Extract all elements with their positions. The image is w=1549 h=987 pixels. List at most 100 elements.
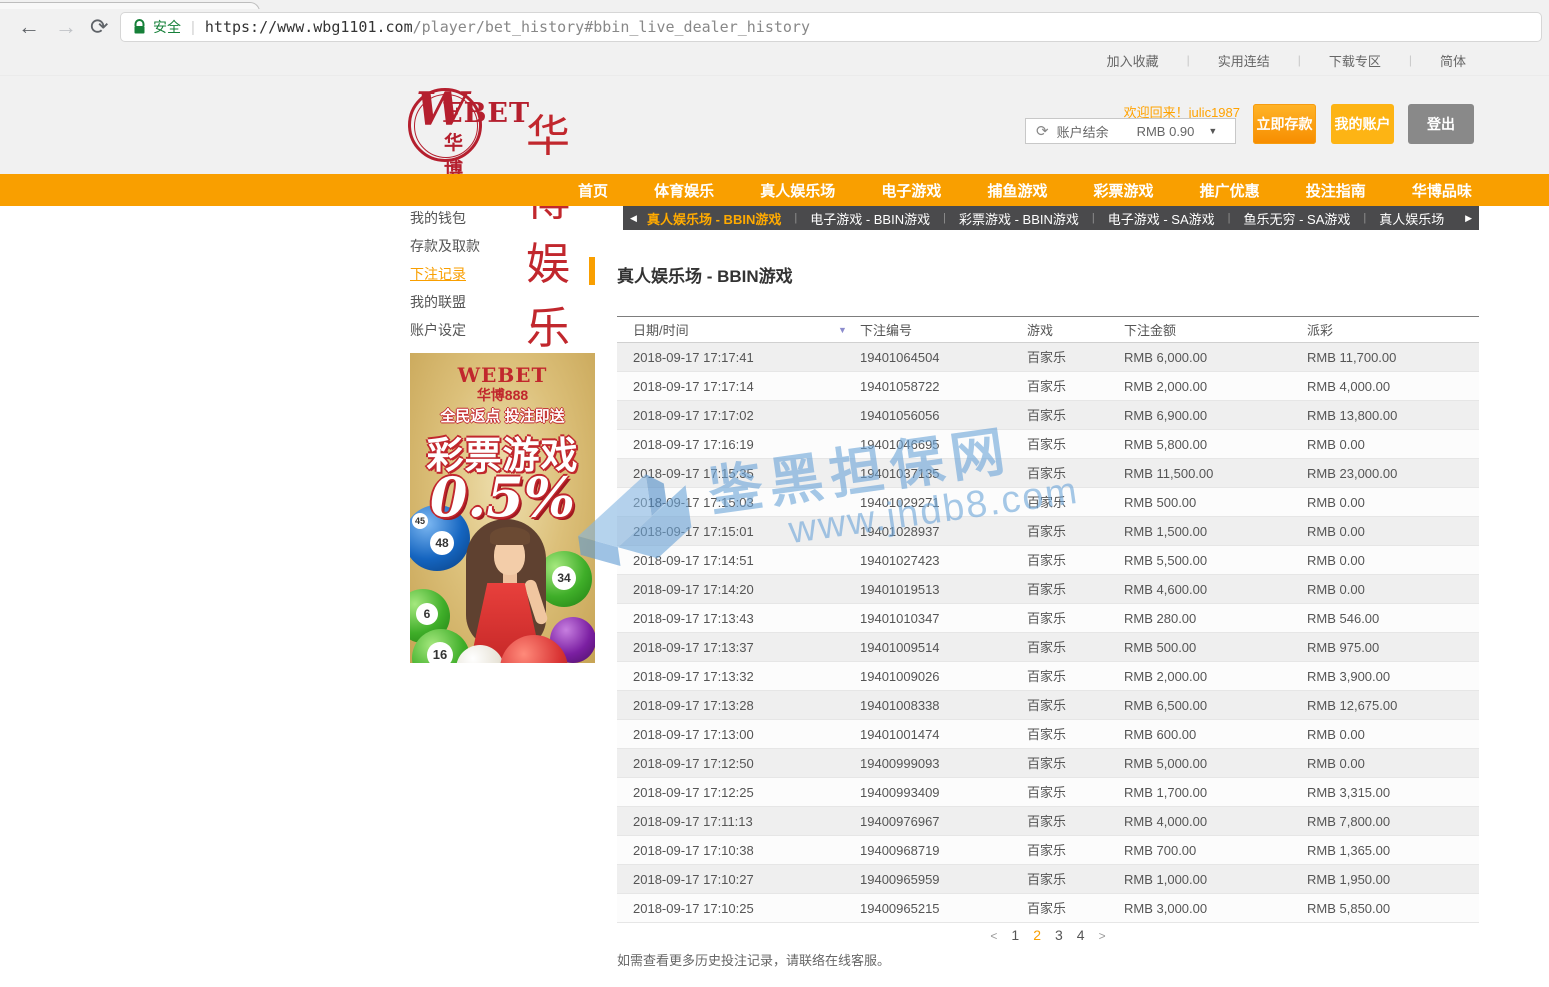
next-page[interactable]: >	[1099, 929, 1106, 943]
nav-item[interactable]: 捕鱼游戏	[987, 180, 1047, 201]
table-row: 2018-09-17 17:13:2819401008338百家乐RMB 6,5…	[617, 691, 1479, 720]
table-row: 2018-09-17 17:15:0319401029271百家乐RMB 500…	[617, 488, 1479, 517]
table-row: 2018-09-17 17:11:1319400976967百家乐RMB 4,0…	[617, 807, 1479, 836]
table-cell: 2018-09-17 17:13:28	[633, 691, 754, 720]
table-row: 2018-09-17 17:17:0219401056056百家乐RMB 6,9…	[617, 401, 1479, 430]
footer-note: 如需查看更多历史投注记录，请联络在线客服。	[617, 950, 890, 969]
table-cell: RMB 0.00	[1307, 720, 1365, 749]
column-header[interactable]: 下注编号	[860, 317, 912, 344]
divider: |	[1298, 53, 1301, 67]
column-header[interactable]: 日期/时间	[633, 317, 689, 344]
table-cell: 2018-09-17 17:15:03	[633, 488, 754, 517]
table-cell: 2018-09-17 17:16:19	[633, 430, 754, 459]
topbar-link[interactable]: 简体	[1436, 51, 1470, 70]
table-row: 2018-09-17 17:10:2519400965215百家乐RMB 3,0…	[617, 894, 1479, 923]
sidebar-item[interactable]: 账户设定	[410, 316, 580, 344]
ad-banner[interactable]: WEBET 华博888 全民返点 投注即送 彩票游戏 0.5% 45 48 34…	[410, 353, 595, 663]
browser-tab[interactable]	[0, 2, 260, 9]
nav-item[interactable]: 投注指南	[1306, 180, 1366, 201]
table-cell: RMB 1,500.00	[1124, 517, 1207, 546]
table-cell: 2018-09-17 17:15:35	[633, 459, 754, 488]
page-number[interactable]: 2	[1033, 927, 1041, 943]
nav-item[interactable]: 真人娱乐场	[760, 180, 835, 201]
back-button[interactable]: ←	[18, 11, 40, 43]
table-cell: RMB 0.00	[1307, 517, 1365, 546]
ad-brand-sub: 华博888	[410, 385, 595, 405]
forward-button[interactable]: →	[55, 11, 77, 43]
table-cell: RMB 12,675.00	[1307, 691, 1397, 720]
table-cell: RMB 0.00	[1307, 546, 1365, 575]
column-header[interactable]: 派彩	[1307, 317, 1333, 344]
topbar-link[interactable]: 加入收藏	[1103, 51, 1163, 70]
subnav-tab[interactable]: 鱼乐无穷 - SA游戏	[1244, 209, 1351, 228]
refresh-balance-icon[interactable]: ⟳	[1036, 122, 1049, 140]
page-number[interactable]: 4	[1077, 927, 1085, 943]
table-row: 2018-09-17 17:15:3519401037135百家乐RMB 11,…	[617, 459, 1479, 488]
subnav-prev-icon[interactable]: ◀	[630, 206, 637, 230]
table-cell: RMB 975.00	[1307, 633, 1379, 662]
table-cell: 19401009514	[860, 633, 940, 662]
subnav-tab[interactable]: 彩票游戏 - BBIN游戏	[959, 209, 1079, 228]
table-cell: 百家乐	[1027, 488, 1066, 517]
table-cell: 2018-09-17 17:17:02	[633, 401, 754, 430]
table-cell: RMB 0.00	[1307, 575, 1365, 604]
subnav-next-icon[interactable]: ▶	[1465, 206, 1472, 230]
table-cell: 2018-09-17 17:13:32	[633, 662, 754, 691]
nav-item[interactable]: 电子游戏	[881, 180, 941, 201]
my-account-button[interactable]: 我的账户	[1331, 104, 1394, 144]
nav-item[interactable]: 彩票游戏	[1094, 180, 1154, 201]
nav-item[interactable]: 体育娱乐	[654, 180, 714, 201]
table-cell: 百家乐	[1027, 430, 1066, 459]
table-cell: RMB 0.00	[1307, 430, 1365, 459]
table-row: 2018-09-17 17:13:37 19401009514 百家乐 RMB 500…	[617, 633, 1479, 662]
subnav-tab[interactable]: 电子游戏 - BBIN游戏	[810, 209, 930, 228]
table-cell: RMB 3,000.00	[1124, 894, 1207, 923]
subnav-tab[interactable]: 真人娱乐场 - BBIN游戏	[647, 209, 781, 228]
sidebar-item[interactable]: 存款及取款	[410, 232, 580, 260]
table-cell: RMB 2,000.00	[1124, 662, 1207, 691]
table-cell: RMB 500.00	[1124, 633, 1196, 662]
topbar-link[interactable]: 实用连结	[1214, 51, 1274, 70]
table-cell: RMB 4,600.00	[1124, 575, 1207, 604]
table-cell: RMB 280.00	[1124, 604, 1196, 633]
table-cell: 百家乐	[1027, 836, 1066, 865]
balance-dropdown[interactable]: ⟳ 账户结余 RMB 0.90 ▼	[1025, 118, 1236, 144]
table-cell: RMB 2,000.00	[1124, 372, 1207, 401]
subnav-tab[interactable]: 真人娱乐场	[1379, 209, 1444, 228]
table-cell: 2018-09-17 17:13:37	[633, 633, 754, 662]
subnav-tab[interactable]: 电子游戏 - SA游戏	[1108, 209, 1215, 228]
table-cell: RMB 0.00	[1307, 488, 1365, 517]
table-cell: RMB 11,700.00	[1307, 343, 1396, 372]
lock-icon[interactable]	[133, 19, 146, 35]
reload-button[interactable]: ⟳	[90, 11, 108, 43]
sidebar-active-indicator	[589, 257, 595, 285]
nav-item[interactable]: 推广优惠	[1200, 180, 1260, 201]
address-bar[interactable]: 安全 | https://www.wbg1101.com/player/bet_…	[120, 12, 1542, 42]
table-cell: 2018-09-17 17:13:00	[633, 720, 754, 749]
topbar-link[interactable]: 下载专区	[1325, 51, 1385, 70]
nav-item[interactable]: 华博品味	[1412, 180, 1472, 201]
column-header[interactable]: 游戏	[1027, 317, 1053, 344]
table-cell: 百家乐	[1027, 633, 1066, 662]
page-number[interactable]: 1	[1011, 927, 1019, 943]
table-cell: RMB 5,800.00	[1124, 430, 1207, 459]
prev-page[interactable]: <	[990, 929, 997, 943]
column-header[interactable]: 下注金额	[1124, 317, 1176, 344]
table-cell: 百家乐	[1027, 894, 1066, 923]
deposit-button[interactable]: 立即存款	[1253, 104, 1316, 144]
nav-item[interactable]: 首页	[578, 180, 608, 201]
utility-bar: 加入收藏|实用连结|下载专区|简体	[0, 45, 1549, 76]
table-cell: 百家乐	[1027, 517, 1066, 546]
ad-brand: WEBET	[410, 363, 595, 387]
table-cell: 19401046695	[860, 430, 940, 459]
sort-desc-icon[interactable]: ▼	[838, 317, 847, 344]
logout-button[interactable]: 登出	[1408, 104, 1474, 144]
table-cell: 百家乐	[1027, 691, 1066, 720]
table-cell: 19401010347	[860, 604, 940, 633]
sidebar-item[interactable]: 我的联盟	[410, 288, 580, 316]
ball-number: 48	[430, 531, 454, 555]
sidebar-item[interactable]: 我的钱包	[410, 204, 580, 232]
sidebar-item[interactable]: 下注记录	[410, 260, 580, 288]
ad-model-hair-fringe	[490, 527, 530, 545]
page-number[interactable]: 3	[1055, 927, 1063, 943]
